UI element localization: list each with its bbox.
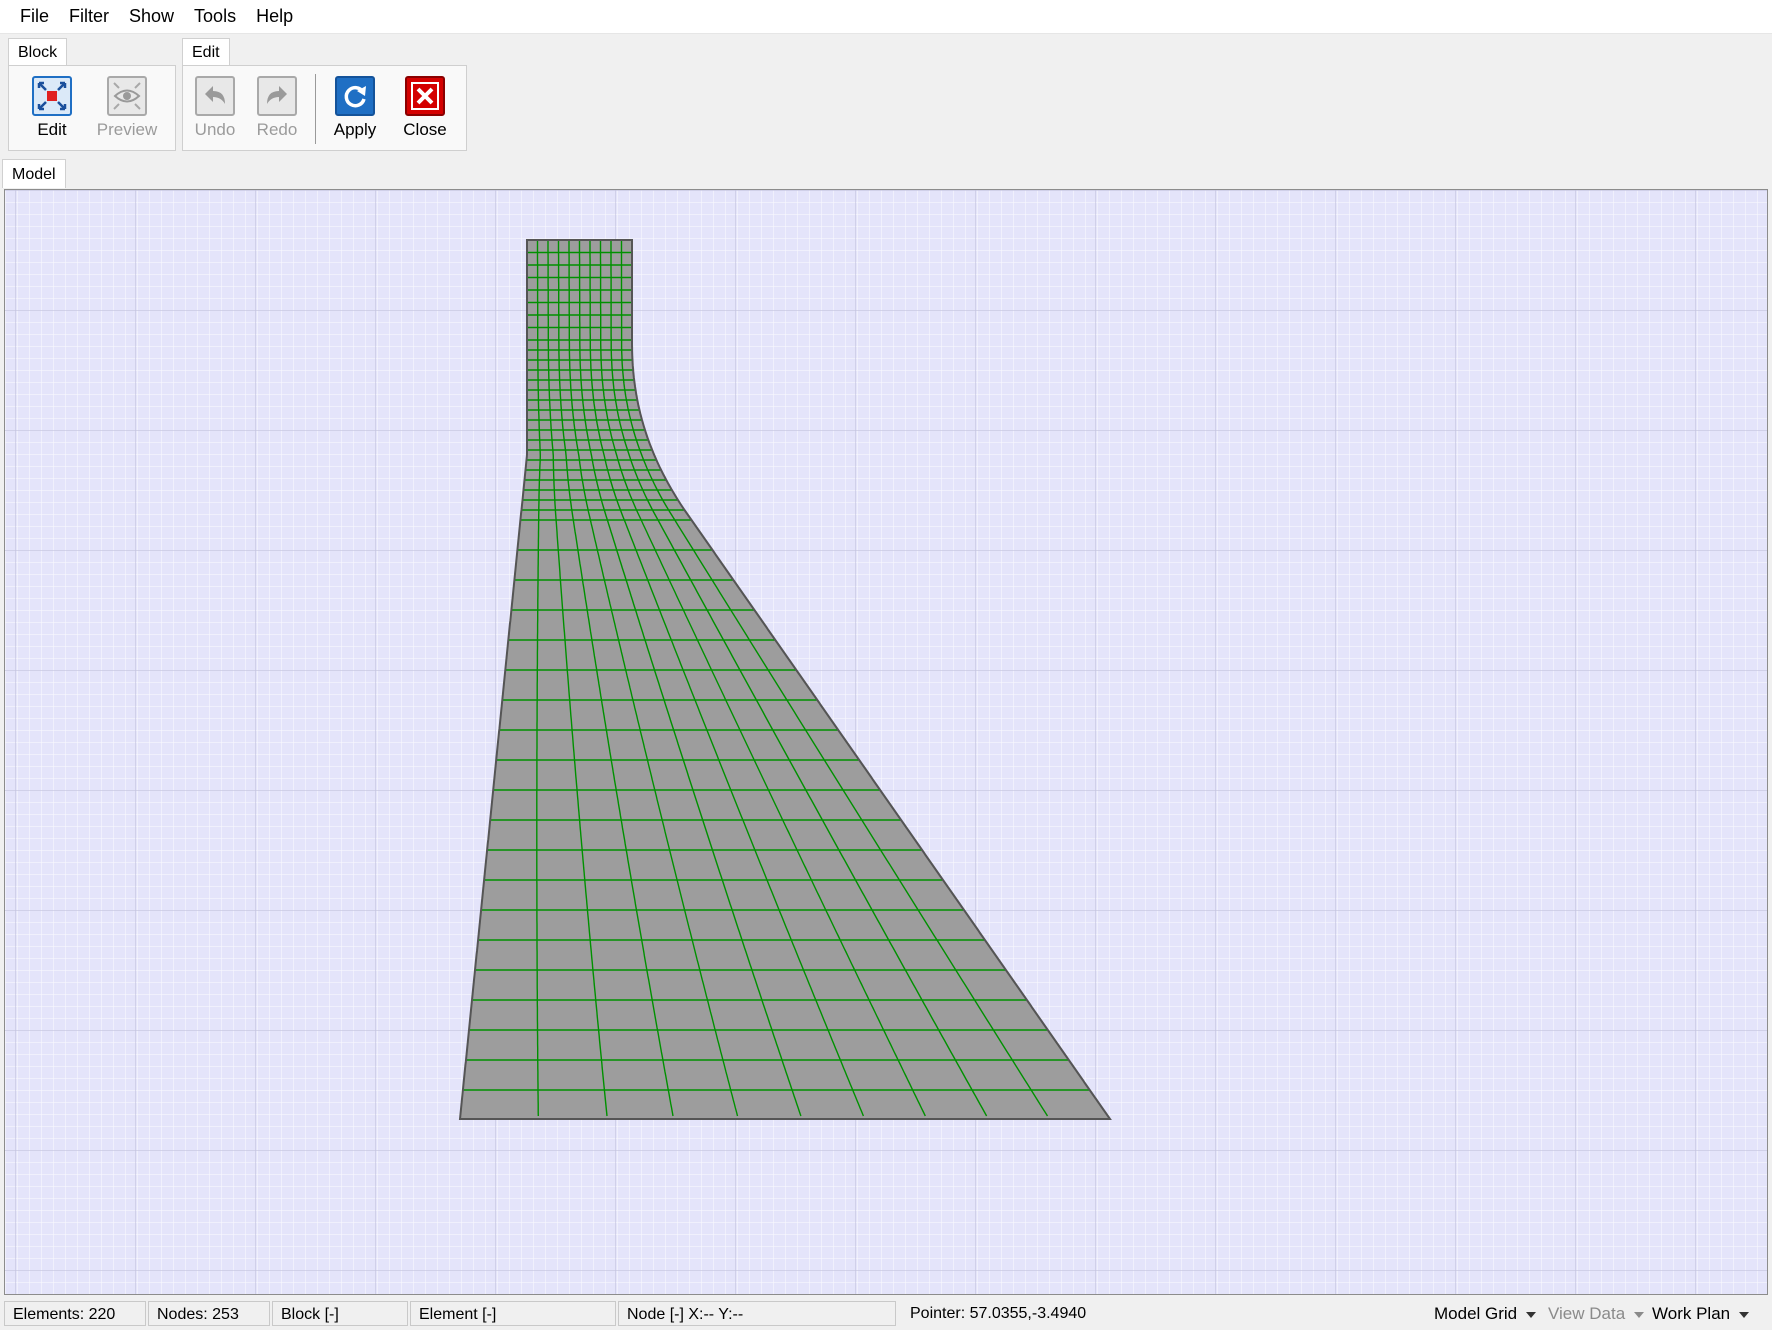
status-nodes: Nodes: 253 (148, 1301, 270, 1326)
work-plan-label: Work Plan (1652, 1304, 1731, 1323)
redo-button-label: Redo (256, 120, 298, 139)
mesh-canvas[interactable] (5, 190, 1767, 1294)
view-data-label: View Data (1548, 1304, 1626, 1323)
tab-model[interactable]: Model (2, 159, 66, 188)
apply-button-label: Apply (333, 120, 377, 139)
edit-block-icon (32, 76, 72, 116)
status-elements: Elements: 220 (4, 1301, 146, 1326)
status-element: Element [-] (410, 1301, 616, 1326)
edit-button-label: Edit (37, 120, 67, 139)
close-button-label: Close (403, 120, 447, 139)
chevron-down-icon (1526, 1311, 1537, 1318)
ribbon-separator (315, 74, 316, 144)
apply-button[interactable]: Apply (323, 72, 387, 146)
view-data-dropdown[interactable]: View Data (1548, 1301, 1645, 1326)
ribbon-tab-edit[interactable]: Edit (182, 38, 230, 66)
model-grid-label: Model Grid (1434, 1304, 1518, 1323)
edit-group: Undo Redo Apply Close (182, 65, 467, 151)
block-group: Edit Preview (8, 65, 176, 151)
preview-button-label: Preview (96, 120, 158, 139)
work-plan-dropdown[interactable]: Work Plan (1652, 1301, 1750, 1326)
model-viewport[interactable] (4, 189, 1768, 1295)
eye-icon (107, 76, 147, 116)
close-icon (405, 76, 445, 116)
refresh-icon (335, 76, 375, 116)
chevron-down-icon (1739, 1311, 1750, 1318)
undo-icon (195, 76, 235, 116)
edit-button[interactable]: Edit (20, 72, 84, 146)
chevron-down-icon (1634, 1311, 1645, 1318)
menu-show[interactable]: Show (119, 0, 184, 33)
undo-button[interactable]: Undo (183, 72, 247, 146)
preview-button[interactable]: Preview (95, 72, 159, 146)
status-node: Node [-] X:-- Y:-- (618, 1301, 896, 1326)
menu-help[interactable]: Help (246, 0, 303, 33)
status-block: Block [-] (272, 1301, 408, 1326)
status-pointer: Pointer: 57.0355,-3.4940 (910, 1305, 1087, 1322)
redo-icon (257, 76, 297, 116)
menu-filter[interactable]: Filter (59, 0, 119, 33)
close-button[interactable]: Close (393, 72, 457, 146)
undo-button-label: Undo (194, 120, 236, 139)
ribbon: Block Edit Edit Preview Undo Redo Apply … (0, 34, 1772, 158)
menu-file[interactable]: File (10, 0, 59, 33)
menu-tools[interactable]: Tools (184, 0, 246, 33)
ribbon-tab-block[interactable]: Block (8, 38, 68, 66)
redo-button[interactable]: Redo (245, 72, 309, 146)
coarse-grid (5, 190, 1767, 1294)
status-bar: Elements: 220 Nodes: 253 Block [-] Eleme… (0, 1297, 1772, 1330)
model-grid-dropdown[interactable]: Model Grid (1434, 1301, 1537, 1326)
menu-bar: File Filter Show Tools Help (0, 0, 1772, 34)
